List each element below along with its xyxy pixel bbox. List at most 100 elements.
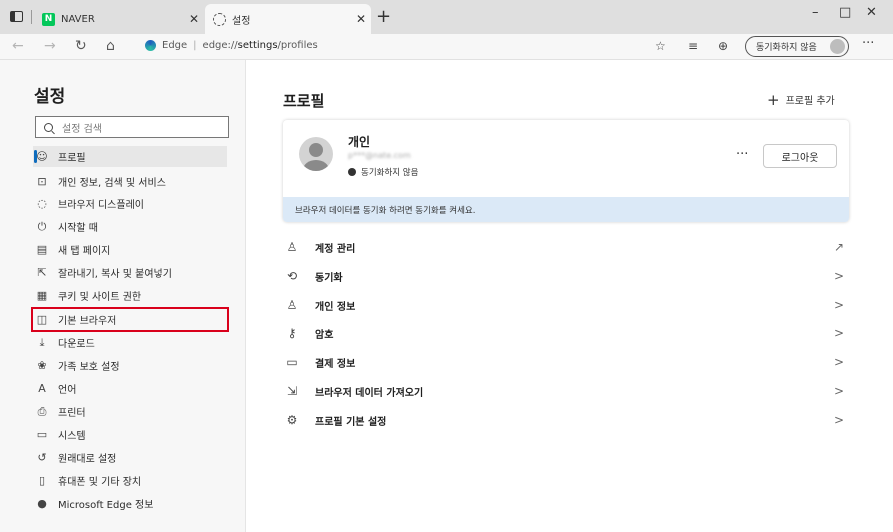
sidebar-item-profile[interactable]: ☺ 프로필	[33, 146, 227, 167]
download-icon: ⤓	[39, 335, 45, 349]
more-options-button[interactable]: ···	[736, 147, 748, 162]
row-manage-account[interactable]: ♙ 계정 관리 ↗	[283, 233, 849, 261]
page-title: 프로필	[283, 92, 325, 110]
favorites-list-icon[interactable]: ≡	[688, 39, 698, 53]
chevron-right-icon: >	[833, 355, 845, 369]
tab-naver[interactable]: N NAVER ✕	[38, 4, 204, 34]
naver-logo-icon: N	[42, 12, 55, 26]
sync-icon: ⟲	[286, 269, 298, 283]
key-icon: ⚷	[287, 326, 297, 340]
minimize-button[interactable]: –	[812, 5, 819, 20]
home-button[interactable]: ⌂	[106, 38, 115, 54]
reset-icon: ↺	[37, 451, 47, 464]
close-tab-icon[interactable]: ✕	[351, 12, 371, 26]
sidebar-item-share[interactable]: ⇱ 잘라내기, 복사 및 붙여넣기	[33, 262, 227, 283]
refresh-button[interactable]: ↻	[75, 38, 87, 54]
sidebar-item-default-browser[interactable]: ◫ 기본 브라우저	[31, 307, 229, 332]
sidebar-item-reset[interactable]: ↺ 원래대로 설정	[33, 447, 227, 468]
favorite-icon[interactable]: ☆	[655, 39, 666, 53]
sidebar-item-label: 잘라내기, 복사 및 붙여넣기	[58, 269, 172, 280]
more-menu-icon[interactable]: ···	[862, 36, 874, 51]
newtab-icon: ▤	[36, 243, 48, 256]
tab-title: NAVER	[61, 13, 95, 25]
avatar	[299, 137, 333, 171]
divider: |	[193, 40, 197, 51]
row-label: 브라우저 데이터 가져오기	[315, 387, 424, 399]
external-link-icon: ↗	[833, 240, 845, 254]
sidebar-item-startup[interactable]: ⏻ 시작할 때	[33, 216, 227, 237]
url-path: settings	[237, 40, 278, 51]
logout-button[interactable]: 로그아웃	[763, 144, 837, 168]
sync-status-label: 동기화하지 않음	[361, 168, 419, 178]
cookie-icon: ▦	[36, 289, 48, 302]
site-label: Edge	[162, 40, 188, 51]
row-payment-info[interactable]: ▭ 결제 정보 >	[283, 348, 849, 376]
row-personal-info[interactable]: ♙ 개인 정보 >	[283, 291, 849, 319]
import-icon: ⇲	[286, 384, 298, 398]
sidebar-item-privacy[interactable]: ⊡ 개인 정보, 검색 및 서비스	[33, 171, 227, 192]
sidebar-item-label: 프로필	[58, 153, 86, 164]
sidebar-item-system[interactable]: ▭ 시스템	[33, 424, 227, 445]
row-label: 동기화	[315, 272, 343, 284]
sidebar-item-newtab[interactable]: ▤ 새 탭 페이지	[33, 239, 227, 260]
avatar	[830, 39, 845, 54]
row-label: 암호	[315, 329, 334, 341]
personal-info-icon: ♙	[286, 298, 298, 312]
sidebar-item-printers[interactable]: ⎙ 프린터	[33, 401, 227, 422]
row-label: 프로필 기본 설정	[315, 416, 387, 428]
row-import-data[interactable]: ⇲ 브라우저 데이터 가져오기 >	[283, 377, 849, 405]
url-field[interactable]: Edge | edge://settings/profiles	[145, 40, 318, 51]
profile-icon: ☺	[36, 150, 48, 163]
back-button[interactable]: ←	[12, 38, 24, 54]
sidebar-item-label: 휴대폰 및 기타 장치	[58, 477, 142, 488]
lock-icon: ⊡	[37, 175, 47, 188]
sidebar-item-cookies[interactable]: ▦ 쿠키 및 사이트 권한	[33, 285, 227, 306]
sidebar-item-label: 쿠키 및 사이트 권한	[58, 292, 142, 303]
sidebar-item-label: 원래대로 설정	[58, 454, 117, 465]
collections-icon[interactable]: ⊕	[718, 39, 728, 53]
chevron-right-icon: >	[833, 269, 845, 283]
new-tab-button[interactable]: +	[376, 8, 391, 26]
system-icon: ▭	[36, 428, 48, 441]
tab-title: 설정	[232, 15, 251, 27]
profile-sync-button[interactable]: 동기화하지 않음	[745, 36, 849, 57]
sidebar-item-languages[interactable]: A 언어	[33, 378, 227, 399]
sidebar-title: 설정	[34, 87, 66, 107]
profile-settings-icon: ⚙	[286, 413, 298, 427]
row-profile-preferences[interactable]: ⚙ 프로필 기본 설정 >	[283, 406, 849, 434]
add-profile-button[interactable]: + 프로필 추가	[767, 92, 835, 107]
sidebar-item-about[interactable]: ● Microsoft Edge 정보	[33, 493, 227, 514]
sync-off-icon	[348, 168, 356, 176]
sidebar-item-label: 언어	[58, 385, 77, 396]
tab-bar: N NAVER ✕ 설정 ✕ + – □ ✕	[0, 0, 893, 34]
sidebar-item-phone[interactable]: ▯ 휴대폰 및 기타 장치	[33, 470, 227, 491]
divider	[31, 10, 32, 24]
phone-icon: ▯	[38, 474, 46, 487]
power-icon: ⏻	[37, 219, 47, 233]
card-icon: ▭	[286, 355, 298, 369]
forward-button[interactable]: →	[44, 38, 56, 54]
search-input[interactable]: 설정 검색	[35, 116, 229, 138]
add-profile-label: 프로필 추가	[785, 96, 835, 107]
share-icon: ⇱	[37, 266, 47, 279]
row-sync[interactable]: ⟲ 동기화 >	[283, 262, 849, 290]
profile-email: p***@nate.com	[348, 151, 411, 160]
tab-actions-icon[interactable]	[10, 11, 23, 22]
chevron-right-icon: >	[833, 326, 845, 340]
tab-settings[interactable]: 설정 ✕	[205, 4, 371, 34]
row-passwords[interactable]: ⚷ 암호 >	[283, 319, 849, 347]
sidebar-item-label: 가족 보호 설정	[58, 362, 120, 373]
row-label: 계정 관리	[315, 243, 356, 255]
sidebar-item-label: 개인 정보, 검색 및 서비스	[58, 178, 166, 189]
profile-card: 개인 p***@nate.com 동기화하지 않음 ··· 로그아웃 브라우저 …	[283, 120, 849, 222]
maximize-button[interactable]: □	[839, 5, 851, 20]
sidebar-item-appearance[interactable]: ◌ 브라우저 디스플레이	[33, 193, 227, 214]
close-tab-icon[interactable]: ✕	[184, 12, 204, 26]
close-window-button[interactable]: ✕	[866, 5, 877, 20]
sidebar-item-label: 시스템	[58, 431, 86, 442]
sidebar-item-family[interactable]: ❀ 가족 보호 설정	[33, 355, 227, 376]
edge-icon: ●	[37, 497, 47, 510]
plus-icon: +	[767, 90, 780, 109]
row-label: 개인 정보	[315, 301, 356, 313]
sidebar-item-downloads[interactable]: ⤓ 다운로드	[33, 332, 227, 353]
